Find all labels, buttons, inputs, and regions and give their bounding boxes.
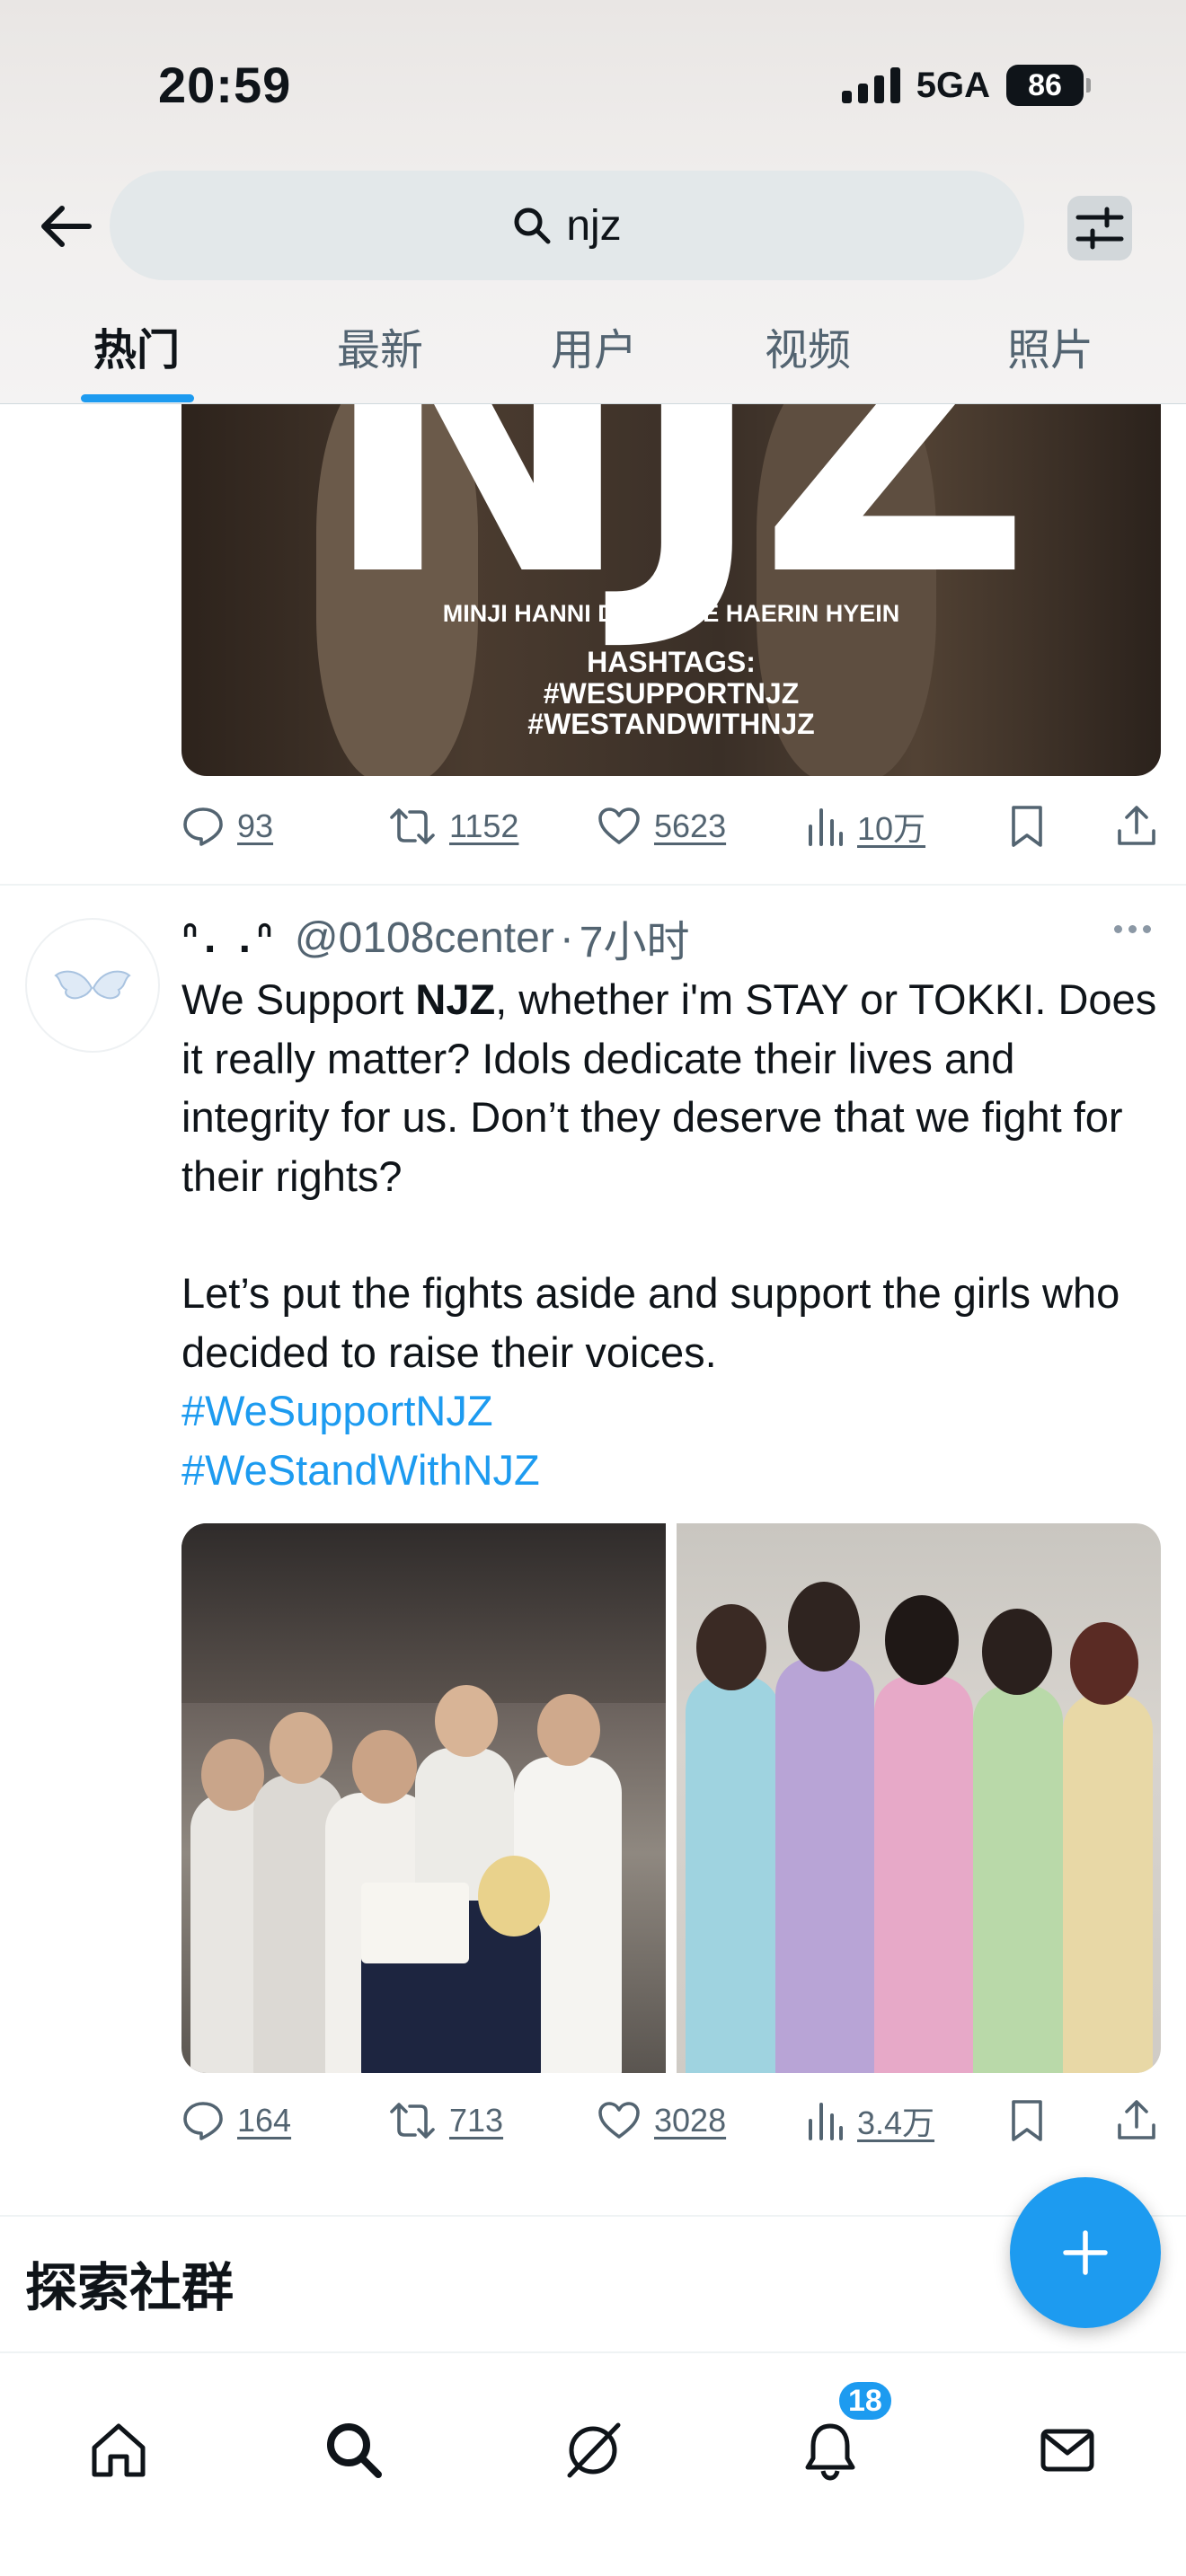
bookmark-button[interactable] (1008, 804, 1116, 849)
tab-photos[interactable]: 照片 (1007, 314, 1093, 377)
tab-videos[interactable]: 视频 (765, 314, 851, 377)
header-divider (0, 403, 1186, 404)
active-tab-indicator (81, 394, 194, 402)
tweet-divider (0, 2215, 1186, 2217)
tab-people[interactable]: 用户 (551, 314, 637, 377)
header-separator: · (559, 913, 574, 962)
back-button[interactable] (32, 196, 99, 257)
search-tabs: 热门 最新 用户 视频 照片 (0, 314, 1186, 404)
wings-icon (54, 970, 131, 1000)
search-query: njz (566, 201, 622, 250)
like-count: 5623 (654, 807, 727, 844)
retweet-icon (390, 2103, 435, 2139)
explore-communities-title: 探索社群 (25, 2259, 235, 2317)
views-button[interactable]: 3.4万 (805, 2097, 1008, 2144)
arrow-left-icon (41, 206, 92, 247)
views-count: 10万 (857, 810, 926, 847)
media-title-text: NJZ (319, 404, 1031, 659)
media-hashtags: HASHTAGS: #WESUPPORTNJZ #WESTANDWITHNJZ (181, 647, 1161, 740)
author-name[interactable]: ᐢ. .ᐢ (181, 913, 279, 963)
tweet-header: ᐢ. .ᐢ @0108center · 7小时 (181, 906, 1143, 969)
tweet-media-image[interactable]: NJZ MINJI HANNI DANIELLE HAERIN HYEIN HA… (181, 404, 1161, 776)
text-pre: We Support (181, 975, 416, 1023)
tweet-divider (0, 884, 1186, 886)
retweet-count: 713 (449, 2102, 504, 2139)
network-type: 5GA (916, 65, 990, 105)
tweet-actions: 164 713 3028 3.4万 (181, 2094, 1161, 2148)
share-button[interactable] (1116, 2098, 1157, 2143)
top-header: 20:59 5GA 86 njz 热门 最新 用户 视频 照片 (0, 0, 1186, 404)
avatar[interactable] (25, 918, 160, 1053)
text-bold-term: NJZ (415, 975, 496, 1023)
analytics-icon (809, 808, 843, 846)
nav-home[interactable] (83, 2414, 155, 2486)
retweet-count: 1152 (449, 807, 519, 844)
like-count: 3028 (654, 2102, 727, 2139)
status-time: 20:59 (158, 57, 292, 113)
retweet-icon (390, 808, 435, 844)
battery-icon: 86 (1006, 65, 1091, 106)
media-hashtag-1: #WESUPPORTNJZ (543, 676, 800, 710)
search-icon (327, 2423, 382, 2478)
hashtag-link-1[interactable]: #WeSupportNJZ (181, 1381, 1170, 1441)
tab-top[interactable]: 热门 (93, 314, 180, 377)
plus-icon (1063, 2230, 1108, 2275)
share-icon (1118, 806, 1155, 845)
tab-latest[interactable]: 最新 (337, 314, 423, 377)
more-options-icon[interactable] (1114, 925, 1151, 933)
battery-level: 86 (1028, 67, 1062, 102)
bookmark-icon (1012, 806, 1042, 847)
tweet-photo-1[interactable] (181, 1523, 666, 2073)
reply-count: 93 (237, 807, 274, 844)
hashtag-link-2[interactable]: #WeStandWithNJZ (181, 1441, 1170, 1500)
views-count: 3.4万 (857, 2104, 935, 2141)
search-filter-button[interactable] (1067, 196, 1132, 260)
like-button[interactable]: 5623 (597, 805, 805, 848)
reply-icon (183, 2102, 223, 2140)
media-hashtag-2: #WESTANDWITHNJZ (527, 708, 815, 741)
views-button[interactable]: 10万 (805, 803, 1008, 850)
share-button[interactable] (1116, 804, 1157, 849)
tweet-paragraph-1: We Support NJZ, whether i'm STAY or TOKK… (181, 970, 1170, 1205)
media-hashtags-title: HASHTAGS: (587, 646, 756, 678)
tweet-text: We Support NJZ, whether i'm STAY or TOKK… (181, 970, 1170, 1499)
retweet-button[interactable]: 713 (388, 2099, 597, 2142)
nav-messages[interactable] (1031, 2414, 1103, 2486)
nav-notifications[interactable] (794, 2414, 866, 2486)
cellular-signal-icon (841, 67, 900, 103)
compose-button[interactable] (1010, 2177, 1161, 2328)
nav-search[interactable] (318, 2414, 390, 2486)
reply-icon (183, 807, 223, 846)
reply-count: 164 (237, 2102, 292, 2139)
tweet-actions: 93 1152 5623 10万 (181, 799, 1161, 853)
heart-icon (598, 807, 640, 844)
status-indicators: 5GA 86 (841, 59, 1091, 111)
tweet-time[interactable]: 7小时 (580, 906, 690, 969)
tweet-photo-2[interactable] (677, 1523, 1161, 2073)
bookmark-button[interactable] (1008, 2098, 1116, 2143)
retweet-button[interactable]: 1152 (388, 805, 597, 848)
mail-icon (1040, 2429, 1094, 2472)
share-icon (1118, 2100, 1155, 2139)
analytics-icon (809, 2103, 843, 2140)
reply-button[interactable]: 164 (181, 2099, 388, 2142)
bookmark-icon (1012, 2100, 1042, 2141)
bell-icon (805, 2423, 855, 2481)
media-members-text: MINJI HANNI DANIELLE HAERIN HYEIN (442, 600, 900, 627)
search-icon (514, 207, 551, 244)
home-icon (92, 2423, 146, 2477)
tweet-paragraph-2: Let’s put the fights aside and support t… (181, 1269, 1120, 1376)
nav-grok[interactable] (557, 2414, 629, 2486)
notifications-badge: 18 (836, 2378, 895, 2423)
reply-button[interactable]: 93 (181, 805, 388, 848)
search-input[interactable]: njz (110, 171, 1024, 280)
tweet-photo-grid (181, 1523, 1161, 2073)
bottom-navigation: 18 (0, 2351, 1186, 2576)
sliders-icon (1075, 207, 1124, 250)
grok-icon (567, 2422, 621, 2478)
author-handle[interactable]: @0108center (295, 913, 554, 963)
heart-icon (598, 2102, 640, 2139)
like-button[interactable]: 3028 (597, 2099, 805, 2142)
